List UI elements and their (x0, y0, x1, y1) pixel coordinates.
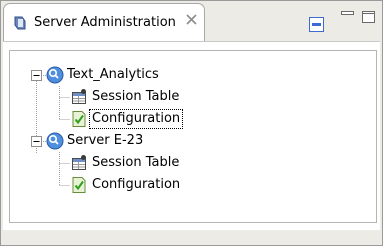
minimize-icon[interactable] (341, 11, 354, 19)
collapse-toggle-icon[interactable] (31, 70, 42, 81)
collapse-toggle-icon[interactable] (31, 136, 42, 147)
view-tab-bar: Server Administration (1, 1, 382, 41)
tree-leaf-session-table[interactable]: Session Table (92, 154, 179, 172)
tree-node-server[interactable]: Text_Analytics (67, 66, 159, 84)
view-content: Text_Analytics Session Table Configurati… (3, 41, 380, 230)
tree-leaf-session-table[interactable]: Session Table (92, 88, 179, 106)
configuration-icon (72, 177, 86, 193)
tree-lines (36, 75, 70, 186)
server-icon (46, 132, 64, 150)
tree-node-server[interactable]: Server E-23 (67, 132, 143, 150)
session-table-icon (72, 89, 86, 104)
maximize-icon[interactable] (362, 11, 375, 23)
server-administration-view: Server Administration Text_Analytics Ses… (0, 0, 383, 246)
tree-leaf-configuration[interactable]: Configuration (92, 176, 180, 194)
collapse-all-icon[interactable] (309, 17, 324, 32)
tab-server-administration[interactable]: Server Administration (3, 3, 205, 41)
tree-leaf-configuration[interactable]: Configuration (88, 109, 184, 129)
session-table-icon (72, 155, 86, 170)
tab-title: Server Administration (34, 15, 176, 30)
server-admin-icon (14, 16, 26, 30)
configuration-icon (72, 111, 86, 127)
server-icon (46, 66, 64, 84)
close-icon[interactable] (185, 13, 198, 26)
server-tree[interactable]: Text_Analytics Session Table Configurati… (9, 50, 377, 223)
